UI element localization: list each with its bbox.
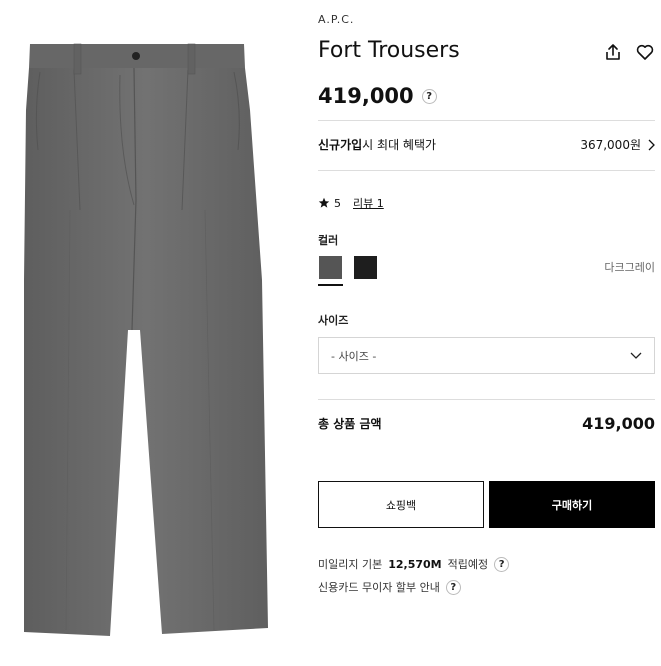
brand-name[interactable]: A.P.C. [318, 13, 354, 26]
size-select[interactable]: - 사이즈 - [318, 337, 655, 374]
heart-icon[interactable] [635, 42, 655, 62]
benefit-price: 367,000원 [580, 138, 641, 152]
color-swatch-black[interactable] [354, 256, 377, 279]
price-row: 419,000 ? [318, 84, 437, 108]
total-label: 총 상품 금액 [318, 417, 382, 431]
price-help-icon[interactable]: ? [421, 88, 437, 104]
benefit-label-rest: 시 최대 혜택가 [362, 138, 437, 152]
divider [318, 399, 655, 400]
size-label: 사이즈 [318, 314, 349, 327]
divider [318, 170, 655, 171]
benefit-price-group: 367,000원 [580, 136, 655, 153]
star-icon [318, 197, 330, 208]
swatch-black-wrap [354, 256, 377, 286]
add-to-cart-button[interactable]: 쇼핑백 [318, 481, 484, 528]
chevron-right-icon [648, 139, 655, 150]
product-price: 419,000 [318, 84, 414, 108]
installment-info[interactable]: 신용카드 무이자 할부 안내 ? [318, 579, 461, 595]
header-actions [603, 42, 655, 62]
mileage-help-icon[interactable]: ? [494, 556, 510, 572]
benefit-label: 신규가입시 최대 혜택가 [318, 136, 436, 153]
product-title: Fort Trousers [318, 38, 460, 63]
swatch-dark-grey-wrap [318, 256, 343, 286]
installment-text: 신용카드 무이자 할부 안내 [318, 581, 440, 594]
installment-help-icon[interactable]: ? [445, 579, 461, 595]
trousers-image [24, 43, 268, 636]
review-link[interactable]: 리뷰 1 [353, 195, 384, 211]
selected-color-name: 다크그레이 [604, 261, 655, 274]
chevron-down-icon [630, 352, 642, 359]
mileage-suffix: 적립예정 [447, 558, 489, 571]
mileage-prefix: 미일리지 기본 [318, 558, 383, 571]
total-price: 419,000 [582, 414, 655, 433]
color-label: 컬러 [318, 234, 339, 247]
color-swatches [318, 256, 377, 286]
divider [318, 120, 655, 121]
share-icon[interactable] [603, 42, 623, 62]
benefit-label-bold: 신규가입 [318, 138, 363, 152]
selected-swatch-indicator [318, 284, 343, 286]
color-swatch-dark-grey[interactable] [319, 256, 342, 279]
member-benefit-row[interactable]: 신규가입시 최대 혜택가 367,000원 [318, 136, 655, 153]
size-placeholder: - 사이즈 - [331, 349, 377, 363]
rating-value: 5 [334, 196, 341, 210]
product-image[interactable] [0, 0, 290, 666]
review-row: 5 리뷰 1 [318, 195, 384, 211]
total-row: 총 상품 금액 419,000 [318, 414, 655, 433]
mileage-amount: 12,570M [388, 557, 442, 571]
buy-now-button[interactable]: 구매하기 [489, 481, 655, 528]
mileage-info: 미일리지 기본 12,570M 적립예정 ? [318, 556, 510, 572]
